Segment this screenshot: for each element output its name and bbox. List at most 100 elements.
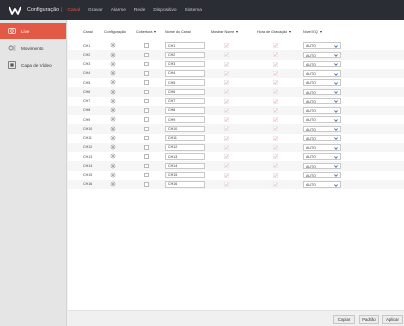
cover-checkbox[interactable] [144, 52, 149, 58]
record-time-checkbox[interactable] [273, 135, 278, 141]
record-time-checkbox[interactable] [273, 89, 278, 95]
channel-name-input[interactable] [165, 70, 205, 77]
show-name-checkbox[interactable] [224, 98, 229, 104]
nav-tab-dispositivo[interactable]: Dispositivo [153, 8, 176, 13]
apply-button[interactable]: Aplicar [382, 314, 403, 324]
record-time-checkbox[interactable] [273, 61, 278, 67]
gear-icon[interactable] [110, 89, 116, 95]
show-name-checkbox[interactable] [224, 70, 229, 76]
copy-button[interactable]: Copiar [333, 314, 355, 324]
eq-level-select[interactable]: AUTO [303, 116, 341, 123]
eq-level-select[interactable]: AUTO [303, 70, 341, 77]
record-time-checkbox[interactable] [273, 163, 278, 169]
nav-tab-gravar[interactable]: Gravar [88, 8, 103, 13]
show-name-checkbox[interactable] [224, 80, 229, 85]
cover-checkbox[interactable] [144, 108, 149, 113]
show-name-checkbox[interactable] [224, 107, 229, 113]
eq-level-select[interactable]: AUTO [303, 181, 341, 188]
sidebar-item-live[interactable]: Live [0, 23, 66, 39]
record-time-checkbox[interactable] [273, 43, 278, 48]
cover-checkbox[interactable] [144, 172, 149, 178]
eq-level-select[interactable]: AUTO [303, 162, 341, 170]
channel-name-input[interactable] [165, 51, 205, 59]
eq-level-select[interactable]: AUTO [303, 153, 341, 160]
eq-level-select[interactable]: AUTO [303, 134, 341, 142]
eq-level-select[interactable]: AUTO [303, 107, 341, 114]
record-time-checkbox[interactable] [273, 117, 278, 122]
gear-icon[interactable] [110, 79, 116, 85]
header-nivel-eq[interactable]: Nível EQ [303, 30, 322, 34]
show-name-checkbox[interactable] [224, 89, 229, 95]
cover-checkbox[interactable] [144, 182, 149, 187]
eq-level-select[interactable]: AUTO [303, 144, 341, 151]
gear-icon[interactable] [110, 52, 116, 58]
show-name-checkbox[interactable] [224, 163, 229, 169]
channel-name-input[interactable] [165, 162, 205, 170]
show-name-checkbox[interactable] [224, 135, 229, 141]
gear-icon[interactable] [110, 153, 116, 159]
gear-icon[interactable] [110, 107, 116, 113]
gear-icon[interactable] [110, 61, 116, 67]
gear-icon[interactable] [110, 144, 116, 150]
cover-checkbox[interactable] [144, 145, 149, 150]
show-name-checkbox[interactable] [224, 181, 229, 187]
channel-name-input[interactable] [165, 153, 205, 160]
nav-tab-canal[interactable]: Canal [67, 8, 80, 13]
cover-checkbox[interactable] [144, 61, 149, 67]
show-name-checkbox[interactable] [224, 154, 229, 159]
cover-checkbox[interactable] [144, 98, 149, 104]
eq-level-select[interactable]: AUTO [303, 171, 341, 179]
record-time-checkbox[interactable] [273, 172, 278, 178]
record-time-checkbox[interactable] [273, 126, 278, 132]
cover-checkbox[interactable] [144, 43, 149, 48]
gear-icon[interactable] [110, 172, 116, 178]
nav-tab-sistema[interactable]: Sistema [185, 8, 202, 13]
header-mostrar-nome[interactable]: Mostrar Nome [211, 30, 239, 34]
gear-icon[interactable] [110, 70, 116, 76]
cover-checkbox[interactable] [144, 154, 149, 159]
show-name-checkbox[interactable] [224, 43, 229, 48]
channel-name-input[interactable] [165, 88, 205, 96]
record-time-checkbox[interactable] [273, 98, 278, 104]
cover-checkbox[interactable] [144, 117, 149, 122]
eq-level-select[interactable]: AUTO [303, 42, 341, 49]
record-time-checkbox[interactable] [273, 107, 278, 113]
default-button[interactable]: Padrão [359, 314, 379, 324]
record-time-checkbox[interactable] [273, 154, 278, 159]
gear-icon[interactable] [110, 126, 116, 132]
cover-checkbox[interactable] [144, 71, 149, 76]
show-name-checkbox[interactable] [224, 172, 229, 178]
show-name-checkbox[interactable] [224, 117, 229, 122]
record-time-checkbox[interactable] [273, 181, 278, 187]
nav-tab-rede[interactable]: Rede [134, 8, 145, 13]
gear-icon[interactable] [110, 42, 116, 48]
cover-checkbox[interactable] [144, 126, 149, 132]
sidebar-item-movimento[interactable]: Movimento [0, 40, 66, 56]
record-time-checkbox[interactable] [273, 144, 278, 150]
record-time-checkbox[interactable] [273, 70, 278, 76]
header-cobertura[interactable]: Cobertura [136, 30, 157, 34]
gear-icon[interactable] [110, 135, 116, 141]
channel-name-input[interactable] [165, 116, 205, 123]
eq-level-select[interactable]: AUTO [303, 88, 341, 96]
eq-level-select[interactable]: AUTO [303, 125, 341, 133]
channel-name-input[interactable] [165, 144, 205, 151]
record-time-checkbox[interactable] [273, 80, 278, 85]
channel-name-input[interactable] [165, 134, 205, 142]
show-name-checkbox[interactable] [224, 126, 229, 132]
channel-name-input[interactable] [165, 181, 205, 188]
channel-name-input[interactable] [165, 97, 205, 105]
gear-icon[interactable] [110, 163, 116, 169]
channel-name-input[interactable] [165, 107, 205, 114]
channel-name-input[interactable] [165, 60, 205, 68]
record-time-checkbox[interactable] [273, 52, 278, 58]
cover-checkbox[interactable] [144, 89, 149, 95]
gear-icon[interactable] [110, 98, 116, 104]
gear-icon[interactable] [110, 181, 116, 187]
show-name-checkbox[interactable] [224, 61, 229, 67]
eq-level-select[interactable]: AUTO [303, 79, 341, 86]
cover-checkbox[interactable] [144, 135, 149, 141]
sidebar-item-capa-de-video[interactable]: Capa de Vídeo [0, 57, 66, 73]
cover-checkbox[interactable] [144, 163, 149, 169]
eq-level-select[interactable]: AUTO [303, 51, 341, 59]
